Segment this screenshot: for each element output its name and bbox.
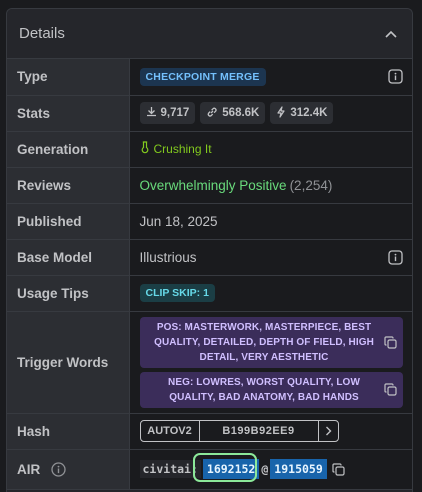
clip-skip-badge: CLIP SKIP: 1: [139, 284, 215, 302]
download-icon: [146, 106, 157, 120]
downloads-count: 9,717: [160, 107, 190, 119]
chevron-right-icon[interactable]: [319, 421, 338, 441]
details-panel: Details Type CHECKPOINT MERGE Stats 9,71…: [6, 8, 413, 492]
row-label: Type: [7, 59, 130, 96]
air-at: @: [261, 462, 269, 476]
trigger-pos-text: POS: MASTERWORK, MASTERPIECE, BEST QUALI…: [154, 321, 374, 363]
hash-type[interactable]: AUTOV2: [141, 421, 200, 441]
details-header[interactable]: Details: [7, 9, 412, 59]
row-generation: Generation Crushing It: [7, 131, 412, 168]
flask-icon: [140, 141, 150, 157]
air-prefix: civitai:: [139, 460, 201, 478]
trigger-neg: NEG: LOWRES, WORST QUALITY, LOW QUALITY,…: [139, 371, 403, 408]
info-icon[interactable]: [387, 249, 403, 265]
air-version-id[interactable]: 1915059: [270, 459, 327, 479]
row-air: AIR civitai: 1692152 @ 1915059: [7, 449, 412, 490]
copy-icon[interactable]: [331, 461, 347, 477]
reviews-value: Overwhelmingly Positive: [139, 177, 287, 193]
row-label: Usage Tips: [7, 275, 130, 312]
row-label: Published: [7, 203, 130, 240]
row-label: Generation: [7, 131, 130, 168]
air-label: AIR: [17, 461, 41, 477]
link-icon: [206, 106, 218, 121]
published-date: Jun 18, 2025: [139, 213, 218, 229]
generation-value: Crushing It: [153, 142, 212, 156]
row-label: Hash: [7, 413, 130, 450]
air-model-id[interactable]: 1692152: [202, 459, 260, 479]
base-model-value: Illustrious: [139, 249, 197, 265]
generations-stat: 568.6K: [200, 102, 266, 124]
air-identifier: civitai: 1692152 @ 1915059: [139, 459, 404, 479]
trigger-pos: POS: MASTERWORK, MASTERPIECE, BEST QUALI…: [139, 316, 403, 368]
row-label: Trigger Words: [7, 311, 130, 414]
details-title: Details: [19, 25, 65, 42]
row-hash: Hash AUTOV2 B199B92EE9: [7, 413, 412, 450]
reviews-count: (2,254): [289, 177, 333, 193]
trigger-neg-text: NEG: LOWRES, WORST QUALITY, LOW QUALITY,…: [168, 376, 360, 403]
row-published: Published Jun 18, 2025: [7, 203, 412, 240]
row-trigger-words: Trigger Words POS: MASTERWORK, MASTERPIE…: [7, 311, 412, 414]
hash-control: AUTOV2 B199B92EE9: [139, 420, 339, 442]
row-label: Base Model: [7, 239, 130, 276]
row-stats: Stats 9,717 568.6K 312.4K: [7, 95, 412, 132]
bolt-icon: [276, 105, 286, 121]
buzz-stat: 312.4K: [270, 102, 334, 124]
row-label: AIR: [7, 449, 130, 490]
chevron-up-icon[interactable]: [383, 26, 399, 42]
reviews-link[interactable]: Overwhelmingly Positive (2,254): [140, 178, 333, 193]
generation-status: Crushing It: [140, 141, 404, 157]
buzz-count: 312.4K: [290, 107, 328, 119]
downloads-stat: 9,717: [139, 102, 196, 124]
details-table: Type CHECKPOINT MERGE Stats 9,717 568.6K…: [7, 59, 412, 490]
row-label: Reviews: [7, 167, 130, 204]
info-icon[interactable]: [387, 69, 403, 85]
row-reviews: Reviews Overwhelmingly Positive (2,254): [7, 167, 412, 204]
generations-count: 568.6K: [222, 107, 260, 119]
info-icon[interactable]: [50, 461, 66, 477]
hash-value[interactable]: B199B92EE9: [200, 421, 319, 441]
copy-icon[interactable]: [383, 334, 399, 350]
row-type: Type CHECKPOINT MERGE: [7, 59, 412, 96]
row-label: Stats: [7, 95, 130, 132]
copy-icon[interactable]: [383, 382, 399, 398]
row-base-model: Base Model Illustrious: [7, 239, 412, 276]
type-badge[interactable]: CHECKPOINT MERGE: [139, 67, 266, 86]
row-usage-tips: Usage Tips CLIP SKIP: 1: [7, 275, 412, 312]
